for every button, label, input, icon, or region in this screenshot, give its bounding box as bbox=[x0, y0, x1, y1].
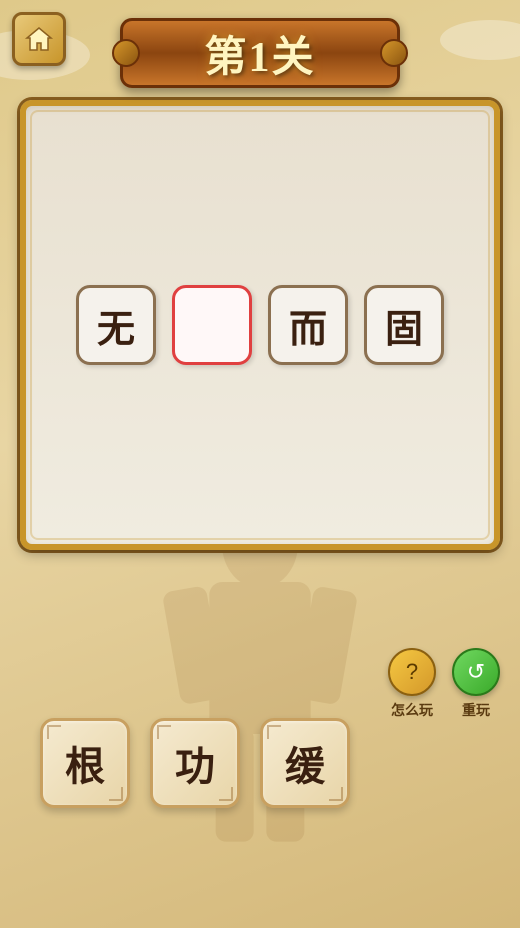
help-label: 怎么玩 bbox=[391, 700, 433, 720]
slot-2[interactable]: 而 bbox=[268, 285, 348, 365]
answer-tile-0[interactable]: 根 bbox=[40, 718, 130, 808]
action-buttons: ? 怎么玩 ↺ 重玩 bbox=[388, 648, 500, 720]
answer-tile-2[interactable]: 缓 bbox=[260, 718, 350, 808]
title-banner-ornament-left bbox=[112, 39, 140, 67]
answer-tile-1[interactable]: 功 bbox=[150, 718, 240, 808]
home-icon bbox=[24, 24, 54, 54]
title-banner: 第1关 bbox=[120, 18, 400, 88]
slot-1-empty[interactable] bbox=[172, 285, 252, 365]
replay-label: 重玩 bbox=[462, 700, 490, 720]
game-board: 无 而 固 bbox=[20, 100, 500, 550]
replay-group: ↺ 重玩 bbox=[452, 648, 500, 720]
slot-0-char: 无 bbox=[97, 298, 135, 353]
help-group: ? 怎么玩 bbox=[388, 648, 436, 720]
slot-0[interactable]: 无 bbox=[76, 285, 156, 365]
slot-3-char: 固 bbox=[385, 298, 423, 353]
answer-tile-2-char: 缓 bbox=[285, 734, 325, 792]
slot-2-char: 而 bbox=[289, 298, 327, 353]
slot-3[interactable]: 固 bbox=[364, 285, 444, 365]
answer-tile-0-char: 根 bbox=[65, 734, 105, 792]
replay-icon: ↺ bbox=[467, 659, 485, 685]
answer-tiles: 根 功 缓 bbox=[40, 718, 350, 808]
level-title: 第1关 bbox=[204, 23, 315, 84]
answer-tile-1-char: 功 bbox=[175, 734, 215, 792]
bottom-area: ? 怎么玩 ↺ 重玩 根 功 缓 bbox=[0, 628, 520, 928]
help-icon: ? bbox=[406, 659, 418, 685]
home-button[interactable] bbox=[12, 12, 66, 66]
help-button[interactable]: ? bbox=[388, 648, 436, 696]
replay-button[interactable]: ↺ bbox=[452, 648, 500, 696]
title-banner-ornament-right bbox=[380, 39, 408, 67]
slots-row: 无 而 固 bbox=[76, 285, 444, 365]
